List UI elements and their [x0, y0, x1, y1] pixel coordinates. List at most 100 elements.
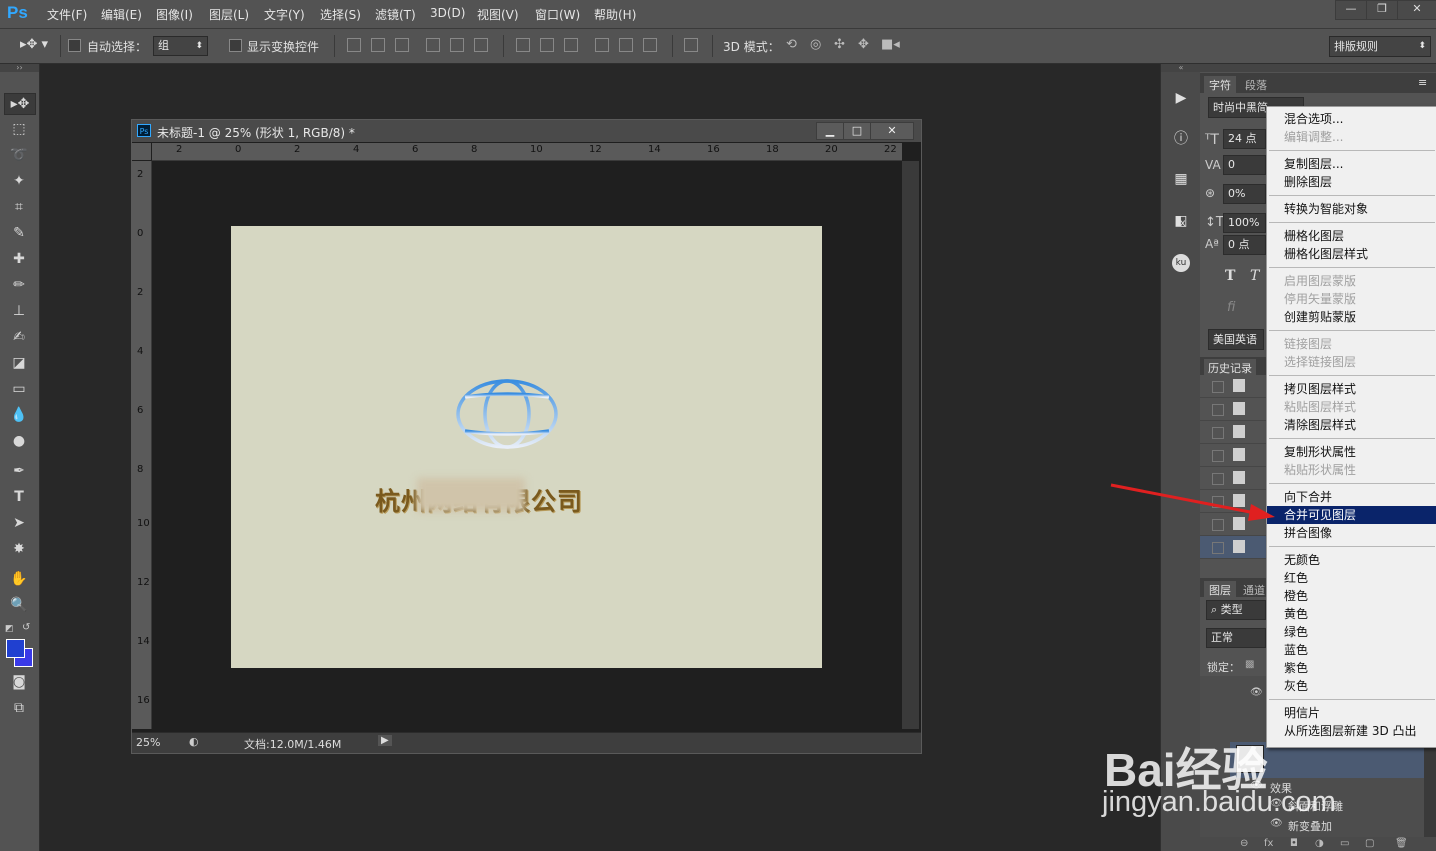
context-menu-item[interactable]: 栅格化图层样式 — [1267, 245, 1436, 263]
distribute-right-icon[interactable] — [643, 38, 657, 52]
ruler-corner[interactable] — [132, 143, 151, 160]
effect-gradient-overlay[interactable]: 新变叠加 — [1288, 818, 1332, 834]
panel-collapse-bar[interactable] — [1200, 64, 1436, 72]
align-bottom-icon[interactable] — [395, 38, 409, 52]
context-menu-item[interactable]: 黄色 — [1267, 605, 1436, 623]
auto-select-dropdown[interactable]: 组 ⬍ — [153, 36, 208, 56]
history-snapshot-checkbox[interactable] — [1212, 381, 1224, 393]
type-tool-icon[interactable]: T — [8, 487, 30, 507]
menu-select[interactable]: 选择(S) — [320, 6, 361, 23]
context-menu-item[interactable]: 紫色 — [1267, 659, 1436, 677]
toolbar-collapse-icon[interactable]: ›› — [0, 64, 39, 72]
adjustment-layer-icon[interactable]: ◑ — [1315, 838, 1324, 849]
context-menu-item[interactable]: 创建剪贴蒙版 — [1267, 308, 1436, 326]
layer-filter-field[interactable]: ⌕ 类型 — [1206, 600, 1266, 620]
menu-help[interactable]: 帮助(H) — [594, 6, 636, 23]
path-selection-tool-icon[interactable]: ➤ — [8, 513, 30, 533]
tab-character[interactable]: 字符 — [1204, 76, 1236, 94]
context-menu-item[interactable]: 删除图层 — [1267, 173, 1436, 191]
3d-scale-icon[interactable]: ■◂ — [881, 37, 900, 52]
context-menu-item[interactable]: 从所选图层新建 3D 凸出 — [1267, 722, 1436, 740]
ku-icon[interactable]: ku — [1172, 254, 1190, 272]
context-menu-item[interactable]: 橙色 — [1267, 587, 1436, 605]
foreground-color-swatch[interactable] — [6, 639, 25, 658]
minimize-button[interactable]: — — [1335, 0, 1367, 20]
3d-rotate-icon[interactable]: ⟲ — [786, 37, 797, 52]
3d-drag-icon[interactable]: ✣ — [834, 37, 845, 52]
dodge-tool-icon[interactable]: ● — [8, 431, 30, 451]
lock-transparency-icon[interactable]: ▩ — [1245, 659, 1254, 670]
document-title-bar[interactable]: Ps 未标题-1 @ 25% (形状 1, RGB/8) * ▁ □ ✕ — [132, 120, 921, 142]
horizontal-ruler[interactable]: 2 0 2 4 6 8 10 12 14 16 18 20 22 — [152, 143, 902, 161]
swap-colors-icon[interactable]: ↺ — [22, 622, 30, 633]
fx-icon[interactable]: fx — [1172, 215, 1190, 233]
hand-tool-icon[interactable]: ✋ — [8, 569, 30, 589]
marquee-tool-icon[interactable]: ⬚ — [8, 119, 30, 139]
delete-layer-icon[interactable]: 🗑 — [1395, 838, 1408, 849]
healing-brush-tool-icon[interactable]: ✚ — [8, 249, 30, 269]
context-menu-item[interactable]: 蓝色 — [1267, 641, 1436, 659]
status-arrow-icon[interactable]: ▶ — [378, 735, 392, 746]
custom-shape-tool-icon[interactable]: ✸ — [8, 539, 30, 559]
context-menu-item[interactable]: 红色 — [1267, 569, 1436, 587]
font-size-field[interactable]: 24 点 — [1223, 129, 1266, 149]
context-menu-item[interactable]: 无颜色 — [1267, 551, 1436, 569]
menu-edit[interactable]: 编辑(E) — [101, 6, 142, 23]
restore-button[interactable]: ❐ — [1366, 0, 1398, 20]
clone-stamp-tool-icon[interactable]: ⊥ — [8, 301, 30, 321]
distribute-top-icon[interactable] — [516, 38, 530, 52]
new-layer-icon[interactable]: ▢ — [1365, 838, 1374, 849]
context-menu-item[interactable]: 转换为智能对象 — [1267, 200, 1436, 218]
doc-close-button[interactable]: ✕ — [870, 122, 914, 140]
distribute-hcenter-icon[interactable] — [619, 38, 633, 52]
menu-layer[interactable]: 图层(L) — [209, 6, 249, 23]
3d-slide-icon[interactable]: ✥ — [858, 37, 869, 52]
ligature-icon[interactable]: fi — [1227, 300, 1235, 315]
context-menu-item[interactable]: 拷贝图层样式 — [1267, 380, 1436, 398]
menu-3d[interactable]: 3D(D) — [430, 6, 465, 20]
link-layers-icon[interactable]: ⊖ — [1240, 838, 1248, 849]
context-menu-item[interactable]: 混合选项... — [1267, 110, 1436, 128]
menu-view[interactable]: 视图(V) — [477, 6, 519, 23]
magic-wand-tool-icon[interactable]: ✦ — [8, 171, 30, 191]
distribute-left-icon[interactable] — [595, 38, 609, 52]
panel-menu-icon[interactable]: ≡ — [1418, 76, 1427, 89]
faux-italic-icon[interactable]: T — [1250, 268, 1259, 284]
context-menu-item[interactable]: 拼合图像 — [1267, 524, 1436, 542]
brush-tool-icon[interactable]: ✏ — [8, 275, 30, 295]
context-menu-item[interactable]: 灰色 — [1267, 677, 1436, 695]
menu-filter[interactable]: 滤镜(T) — [375, 6, 416, 23]
zoom-tool-icon[interactable]: 🔍 — [8, 595, 30, 615]
crop-tool-icon[interactable]: ⌗ — [8, 197, 30, 217]
add-mask-icon[interactable]: ◘ — [1290, 838, 1298, 849]
eyedropper-tool-icon[interactable]: ✎ — [8, 223, 30, 243]
baseline-field[interactable]: 0 点 — [1223, 235, 1266, 255]
menu-window[interactable]: 窗口(W) — [535, 6, 580, 23]
context-menu-item[interactable]: 复制图层... — [1267, 155, 1436, 173]
status-icon[interactable]: ◐ — [189, 735, 199, 748]
move-tool-preset-icon[interactable]: ▸✥ ▾ — [20, 37, 48, 52]
vertical-scale-field[interactable]: 100% — [1223, 213, 1266, 233]
screen-mode-icon[interactable]: ⧉ — [8, 698, 30, 718]
lasso-tool-icon[interactable]: ➰ — [8, 145, 30, 165]
history-snapshot-checkbox[interactable] — [1212, 427, 1224, 439]
menu-type[interactable]: 文字(Y) — [264, 6, 305, 23]
distribute-bottom-icon[interactable] — [564, 38, 578, 52]
tab-paragraph[interactable]: 段落 — [1245, 77, 1267, 93]
info-icon[interactable]: ⓘ — [1172, 130, 1190, 148]
doc-minimize-button[interactable]: ▁ — [816, 122, 844, 140]
blur-tool-icon[interactable]: 💧 — [8, 405, 30, 425]
move-tool-icon[interactable]: ▸✥ — [4, 93, 36, 115]
image-canvas[interactable]: 杭州网络有限公司 — [231, 226, 822, 668]
dock-collapse-icon[interactable]: « — [1161, 64, 1201, 72]
blend-mode-dropdown[interactable]: 正常 — [1206, 628, 1266, 648]
doc-maximize-button[interactable]: □ — [843, 122, 871, 140]
quick-mask-icon[interactable]: ◙ — [8, 672, 30, 692]
history-snapshot-checkbox[interactable] — [1212, 450, 1224, 462]
history-snapshot-checkbox[interactable] — [1212, 404, 1224, 416]
play-actions-icon[interactable]: ▶ — [1172, 89, 1190, 107]
3d-roll-icon[interactable]: ◎ — [810, 37, 821, 52]
context-menu-item[interactable]: 复制形状属性 — [1267, 443, 1436, 461]
context-menu-item[interactable]: 明信片 — [1267, 704, 1436, 722]
close-button[interactable]: ✕ — [1397, 0, 1436, 20]
